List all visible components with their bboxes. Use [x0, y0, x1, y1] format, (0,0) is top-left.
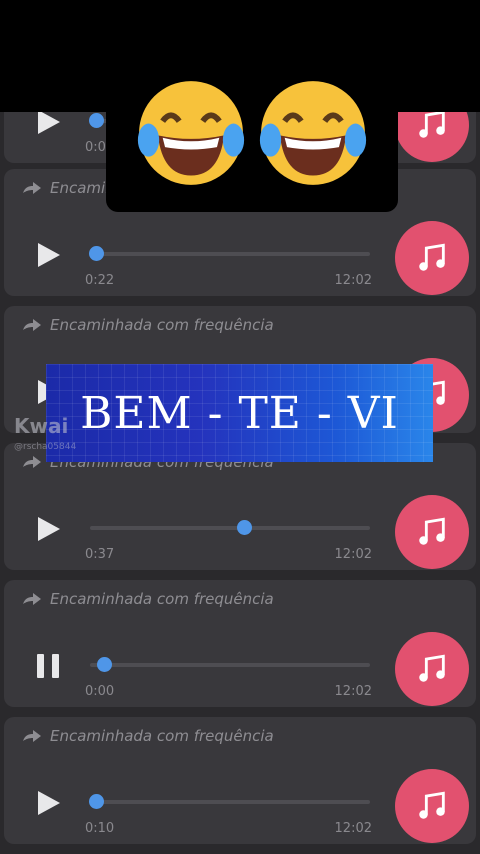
play-icon[interactable] — [32, 112, 64, 138]
total-time: 12:02 — [334, 821, 372, 836]
music-note-icon — [419, 791, 445, 819]
current-time: 0:00 — [85, 684, 115, 699]
audio-progress-knob[interactable] — [88, 113, 104, 128]
current-time: 0:22 — [85, 273, 115, 288]
audio-progress-knob[interactable] — [237, 520, 252, 535]
music-note-button[interactable] — [395, 632, 469, 706]
face-with-tears-of-joy-icon — [137, 81, 245, 185]
play-icon[interactable] — [32, 239, 64, 271]
pause-icon[interactable] — [32, 650, 64, 682]
audio-progress-track[interactable] — [90, 520, 370, 535]
music-note-button[interactable] — [395, 495, 469, 569]
current-time: 0:0 — [85, 140, 106, 155]
music-note-icon — [419, 654, 445, 682]
audio-progress-knob[interactable] — [97, 657, 112, 672]
play-icon[interactable] — [32, 513, 64, 545]
forward-arrows-icon — [23, 182, 41, 194]
music-note-button[interactable] — [395, 112, 469, 162]
forward-arrows-icon — [23, 593, 41, 605]
voice-message-card: Encaminhada com frequência 0:37 12:02 — [4, 443, 476, 570]
chat-feed: 0:0 Encaminhada com frequência 0:22 12:0… — [0, 112, 480, 854]
music-note-icon — [419, 517, 445, 545]
kwai-watermark: Kwai — [14, 414, 69, 438]
audio-progress-knob[interactable] — [88, 246, 104, 261]
music-note-button[interactable] — [395, 769, 469, 843]
forward-arrows-icon — [23, 456, 41, 468]
total-time: 12:02 — [334, 684, 372, 699]
total-time: 12:02 — [334, 547, 372, 562]
watermark-handle: @rscha05844 — [14, 442, 77, 452]
music-note-icon — [419, 112, 445, 138]
music-note-icon — [419, 243, 445, 271]
total-time: 12:02 — [334, 273, 372, 288]
emoji-overlay — [106, 81, 398, 212]
music-note-button[interactable] — [395, 221, 469, 295]
title-banner: BEM - TE - VI — [46, 364, 433, 462]
current-time: 0:10 — [85, 821, 115, 836]
forwarded-label: Encaminhada com frequência — [22, 727, 274, 745]
forward-arrows-icon — [23, 730, 41, 742]
play-icon[interactable] — [32, 787, 64, 819]
forwarded-label: Encaminhada com frequência — [22, 590, 274, 608]
audio-progress-track[interactable] — [88, 794, 370, 809]
audio-progress-track[interactable] — [88, 246, 370, 261]
forwarded-label: Encaminhada com frequência — [22, 316, 274, 334]
forward-arrows-icon — [23, 319, 41, 331]
voice-message-card: Encaminhada com frequência 0:10 12:02 — [4, 717, 476, 844]
current-time: 0:37 — [85, 547, 115, 562]
voice-message-card: Encaminhada com frequência 0:00 12:02 — [4, 580, 476, 707]
audio-progress-track[interactable] — [90, 657, 370, 672]
banner-text: BEM - TE - VI — [80, 387, 399, 439]
face-with-tears-of-joy-icon — [259, 81, 367, 185]
audio-progress-knob[interactable] — [88, 794, 104, 809]
